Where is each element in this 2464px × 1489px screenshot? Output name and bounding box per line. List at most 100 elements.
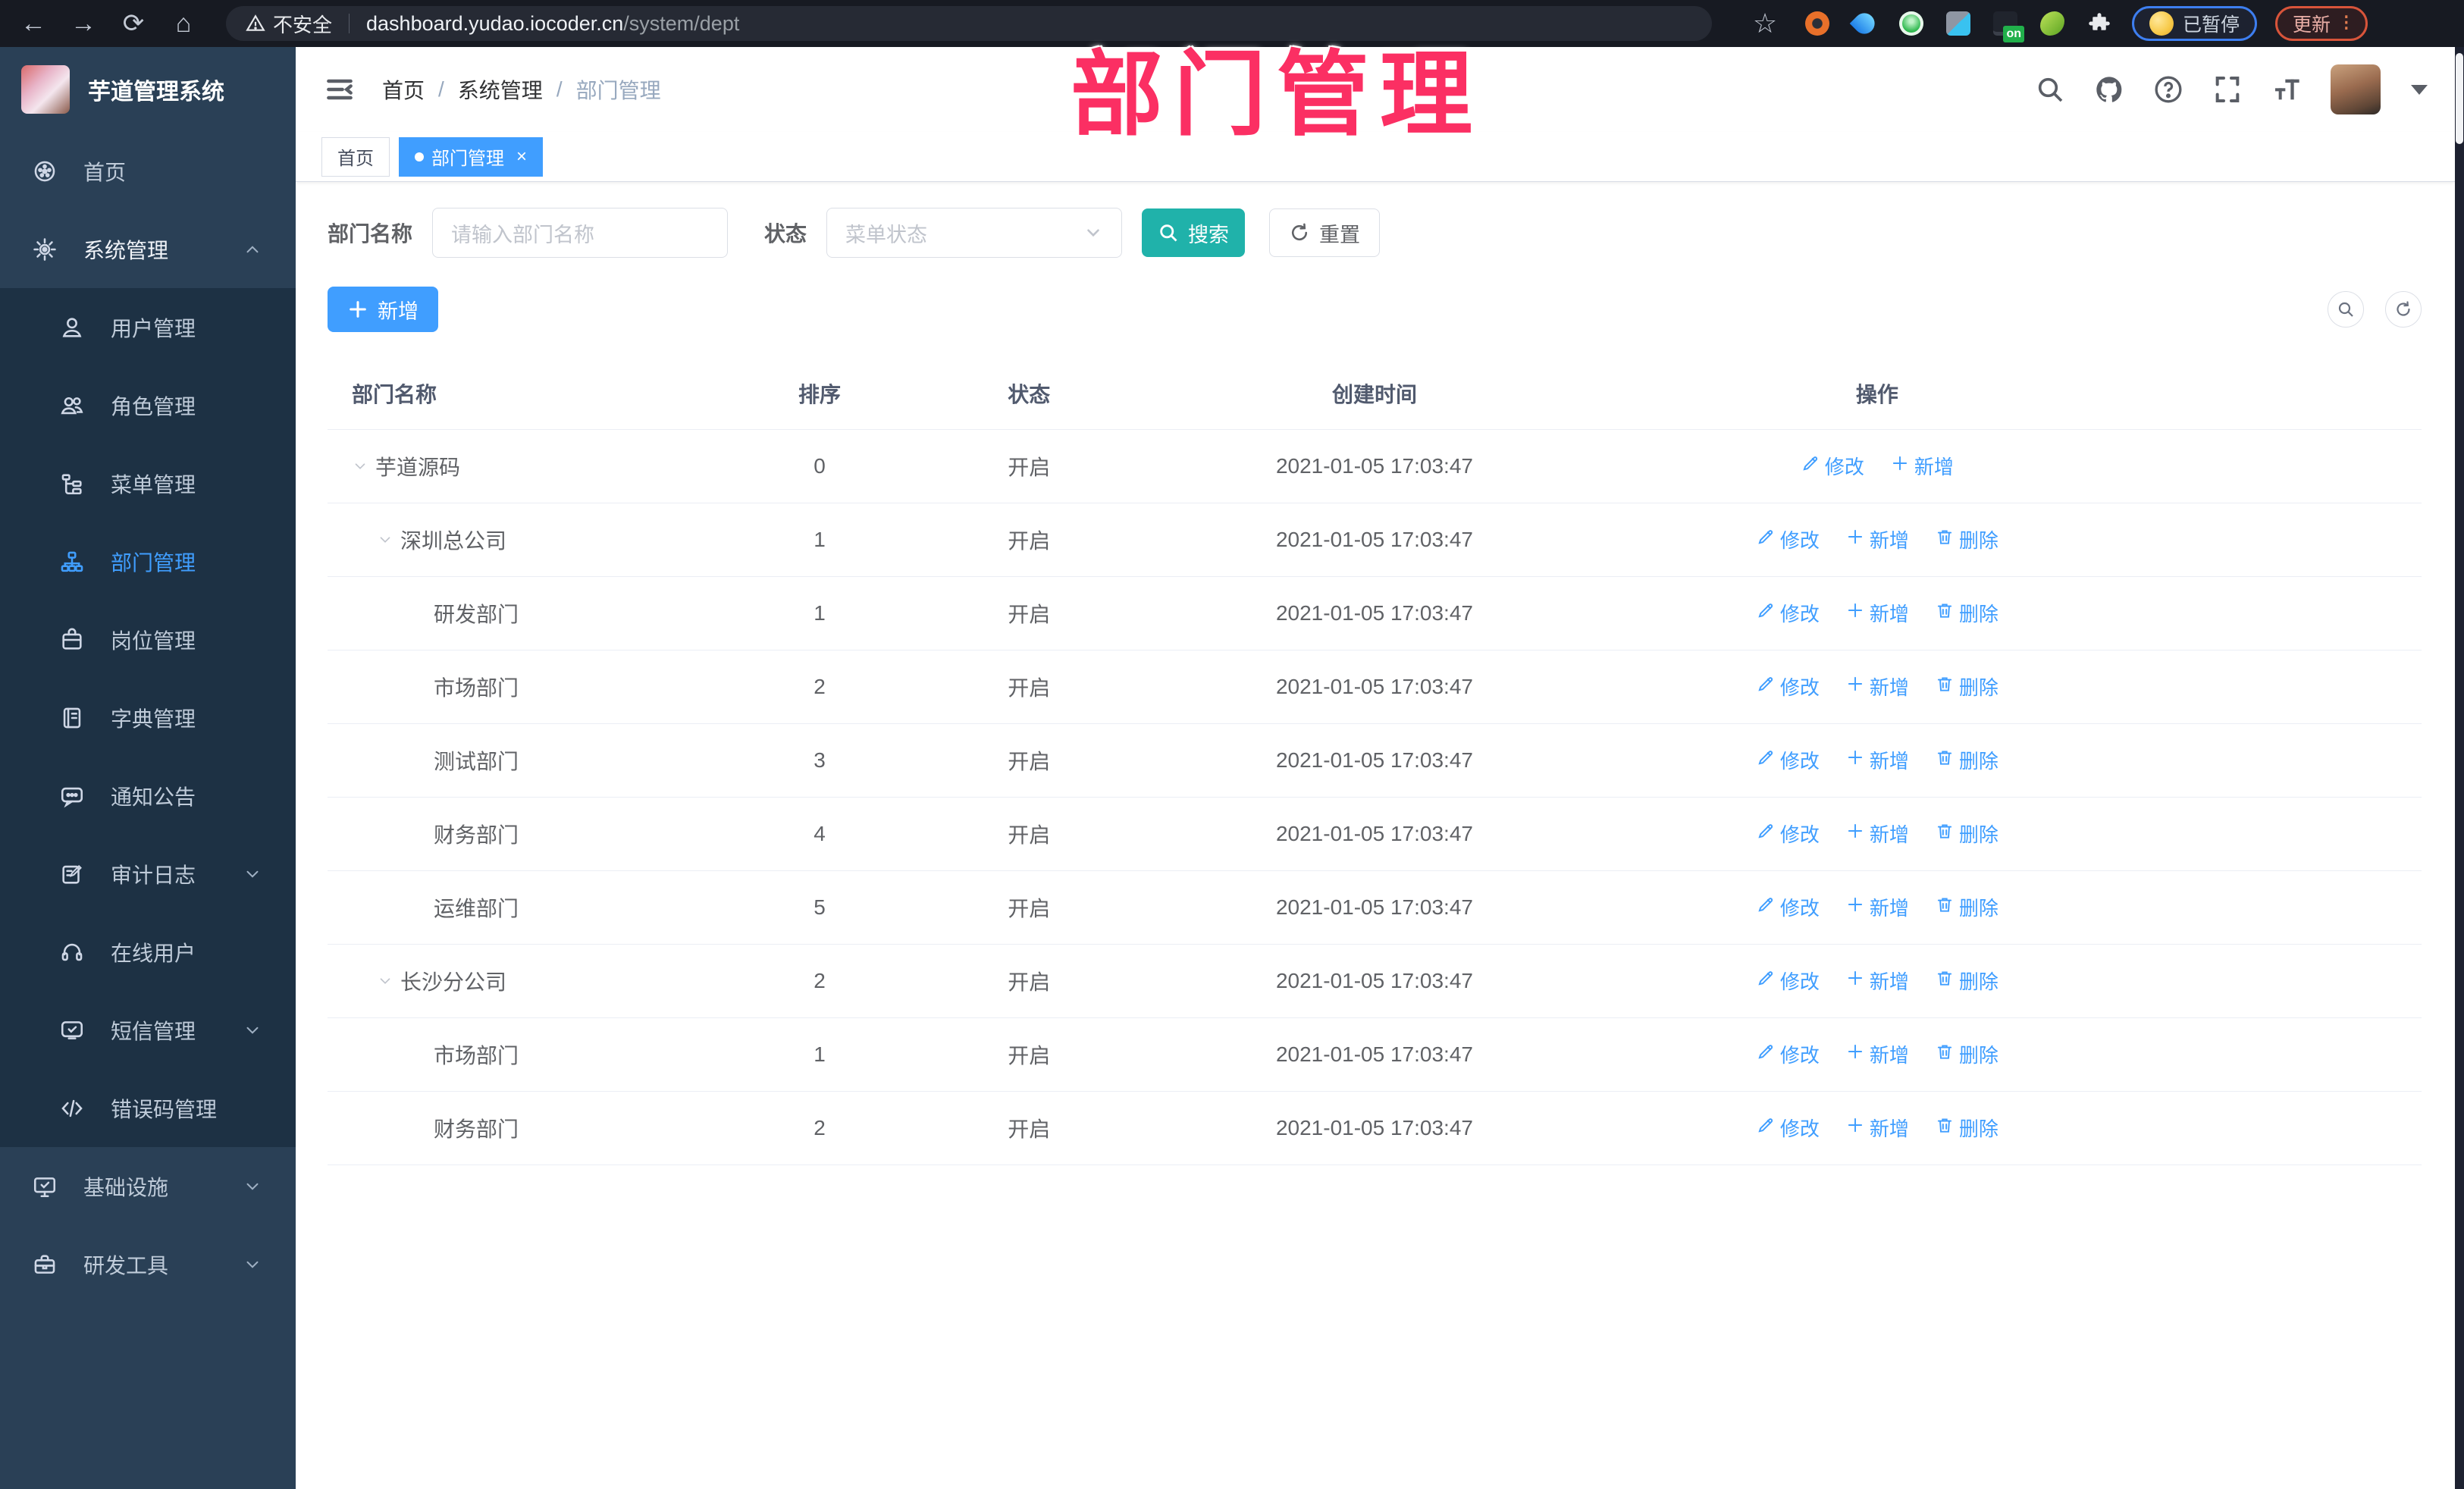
help-icon[interactable] xyxy=(2153,74,2183,105)
row-expand-caret-icon[interactable] xyxy=(352,458,375,475)
app-logo-row[interactable]: 芋道管理系统 xyxy=(0,47,296,132)
row-action-edit[interactable]: 修改 xyxy=(1801,452,1864,480)
sidebar-item-gear[interactable]: 系统管理 xyxy=(0,210,296,288)
row-action-add[interactable]: 新增 xyxy=(1845,1040,1909,1068)
extension-orange-icon[interactable] xyxy=(1803,9,1832,38)
page: ← → ⟳ ⌂ 不安全 dashboard.yudao.iocoder.cn/s… xyxy=(0,0,2464,1489)
extension-green-bubble xyxy=(1899,11,1923,36)
row-action-edit[interactable]: 修改 xyxy=(1756,525,1820,553)
avatar-caret-icon[interactable] xyxy=(2411,84,2428,95)
row-action-delete[interactable]: 删除 xyxy=(1935,967,1998,995)
breadcrumb-item[interactable]: 首页 xyxy=(382,74,425,105)
tab-部门管理[interactable]: 部门管理 × xyxy=(399,136,544,177)
sidebar-item-users[interactable]: 角色管理 xyxy=(0,366,296,444)
row-expand-caret-icon[interactable] xyxy=(377,973,400,989)
user-avatar[interactable] xyxy=(2331,64,2381,114)
github-icon[interactable] xyxy=(2094,74,2124,105)
browser-home-icon[interactable]: ⌂ xyxy=(164,4,203,43)
sidebar-menu: 首页 系统管理 用户管理 角色管理 菜单管理 部门管理 岗位管理 字典管理 通知… xyxy=(0,132,296,1303)
sidebar-item-toolbox[interactable]: 研发工具 xyxy=(0,1225,296,1303)
add-icon xyxy=(1845,748,1865,773)
row-action-delete[interactable]: 删除 xyxy=(1935,1114,1998,1142)
row-action-delete[interactable]: 删除 xyxy=(1935,672,1998,701)
scrollbar-thumb[interactable] xyxy=(2456,53,2463,144)
row-action-add[interactable]: 新增 xyxy=(1845,746,1909,774)
row-action-edit[interactable]: 修改 xyxy=(1756,1114,1820,1142)
cell-sort: 4 xyxy=(725,797,914,871)
bookmark-star-icon[interactable]: ☆ xyxy=(1745,4,1785,43)
browser-reload-icon[interactable]: ⟳ xyxy=(114,4,153,43)
badge-icon xyxy=(59,627,85,653)
row-action-add[interactable]: 新增 xyxy=(1845,820,1909,848)
row-action-edit[interactable]: 修改 xyxy=(1756,820,1820,848)
row-action-delete[interactable]: 删除 xyxy=(1935,820,1998,848)
sidebar-item-user[interactable]: 用户管理 xyxy=(0,288,296,366)
add-icon xyxy=(1890,453,1910,478)
row-action-add[interactable]: 新增 xyxy=(1845,893,1909,921)
delete-icon xyxy=(1935,968,1955,993)
row-action-edit[interactable]: 修改 xyxy=(1756,672,1820,701)
extension-grid-icon[interactable] xyxy=(1944,9,1973,38)
sidebar-item-sms[interactable]: 短信管理 xyxy=(0,991,296,1069)
row-action-add[interactable]: 新增 xyxy=(1845,967,1909,995)
sidebar-item-headset[interactable]: 在线用户 xyxy=(0,913,296,991)
extension-green-check-icon[interactable] xyxy=(1897,9,1926,38)
extension-leaf-icon[interactable] xyxy=(2038,9,2067,38)
site-security-indicator[interactable]: 不安全 xyxy=(246,10,332,38)
cell-create-time: 2021-01-05 17:03:47 xyxy=(1144,944,1605,1018)
browser-update-button[interactable]: 更新 ⁝ xyxy=(2275,6,2368,41)
row-action-edit[interactable]: 修改 xyxy=(1756,967,1820,995)
sidebar-item-dashboard[interactable]: 首页 xyxy=(0,132,296,210)
toolbox-icon xyxy=(32,1252,58,1277)
sidebar-item-label: 错误码管理 xyxy=(111,1097,218,1121)
sidebar-item-org[interactable]: 部门管理 xyxy=(0,522,296,600)
row-action-edit[interactable]: 修改 xyxy=(1756,1040,1820,1068)
row-action-delete[interactable]: 删除 xyxy=(1935,746,1998,774)
address-bar[interactable]: 不安全 dashboard.yudao.iocoder.cn/system/de… xyxy=(226,6,1712,41)
sidebar-item-announce[interactable]: 通知公告 xyxy=(0,757,296,835)
refresh-circle-button[interactable] xyxy=(2385,291,2422,328)
row-action-add[interactable]: 新增 xyxy=(1890,452,1954,480)
sidebar-item-badge[interactable]: 岗位管理 xyxy=(0,600,296,679)
row-action-edit[interactable]: 修改 xyxy=(1756,599,1820,627)
extension-drop-icon[interactable] xyxy=(1849,8,1879,39)
sidebar-item-book[interactable]: 字典管理 xyxy=(0,679,296,757)
row-action-delete[interactable]: 删除 xyxy=(1935,599,1998,627)
row-action-edit[interactable]: 修改 xyxy=(1756,746,1820,774)
cell-create-time: 2021-01-05 17:03:47 xyxy=(1144,576,1605,650)
row-action-add[interactable]: 新增 xyxy=(1845,599,1909,627)
sidebar-toggle-icon[interactable] xyxy=(323,73,356,106)
tab-close-icon[interactable]: × xyxy=(516,146,527,168)
row-expand-caret-icon[interactable] xyxy=(377,531,400,548)
browser-back-icon[interactable]: ← xyxy=(14,4,53,43)
fullscreen-icon[interactable] xyxy=(2212,74,2243,105)
tab-首页[interactable]: 首页 xyxy=(321,136,390,177)
reset-button[interactable]: 重置 xyxy=(1269,208,1381,257)
dept-name-input[interactable]: 请输入部门名称 xyxy=(432,208,729,258)
search-button[interactable]: 搜索 xyxy=(1142,208,1246,257)
cell-actions: 修改 新增 删除 xyxy=(1604,944,2149,1018)
extension-dark-icon[interactable]: on xyxy=(1991,9,2024,42)
sidebar-item-monitor[interactable]: 基础设施 xyxy=(0,1147,296,1225)
page-scrollbar[interactable] xyxy=(2455,47,2464,1489)
extensions-puzzle-icon[interactable] xyxy=(2085,9,2114,38)
row-action-delete[interactable]: 删除 xyxy=(1935,525,1998,553)
breadcrumb-item[interactable]: 系统管理 xyxy=(458,74,543,105)
browser-profile-chip[interactable]: 已暂停 xyxy=(2132,6,2258,41)
status-select[interactable]: 菜单状态 xyxy=(826,208,1123,258)
browser-forward-icon[interactable]: → xyxy=(64,4,103,43)
row-action-delete[interactable]: 删除 xyxy=(1935,893,1998,921)
row-action-edit[interactable]: 修改 xyxy=(1756,893,1820,921)
sidebar-item-tree[interactable]: 菜单管理 xyxy=(0,444,296,522)
row-action-add[interactable]: 新增 xyxy=(1845,1114,1909,1142)
sidebar-item-log[interactable]: 审计日志 xyxy=(0,835,296,913)
row-action-add[interactable]: 新增 xyxy=(1845,525,1909,553)
row-action-delete[interactable]: 删除 xyxy=(1935,1040,1998,1068)
sidebar-item-code[interactable]: 错误码管理 xyxy=(0,1069,296,1147)
search-icon[interactable] xyxy=(2035,74,2065,105)
row-action-add[interactable]: 新增 xyxy=(1845,672,1909,701)
font-size-icon[interactable] xyxy=(2271,74,2302,105)
show-search-circle-button[interactable] xyxy=(2328,291,2364,328)
add-button[interactable]: 新增 xyxy=(328,287,438,332)
browser-menu-dots-icon[interactable]: ⁝ xyxy=(2343,12,2350,34)
